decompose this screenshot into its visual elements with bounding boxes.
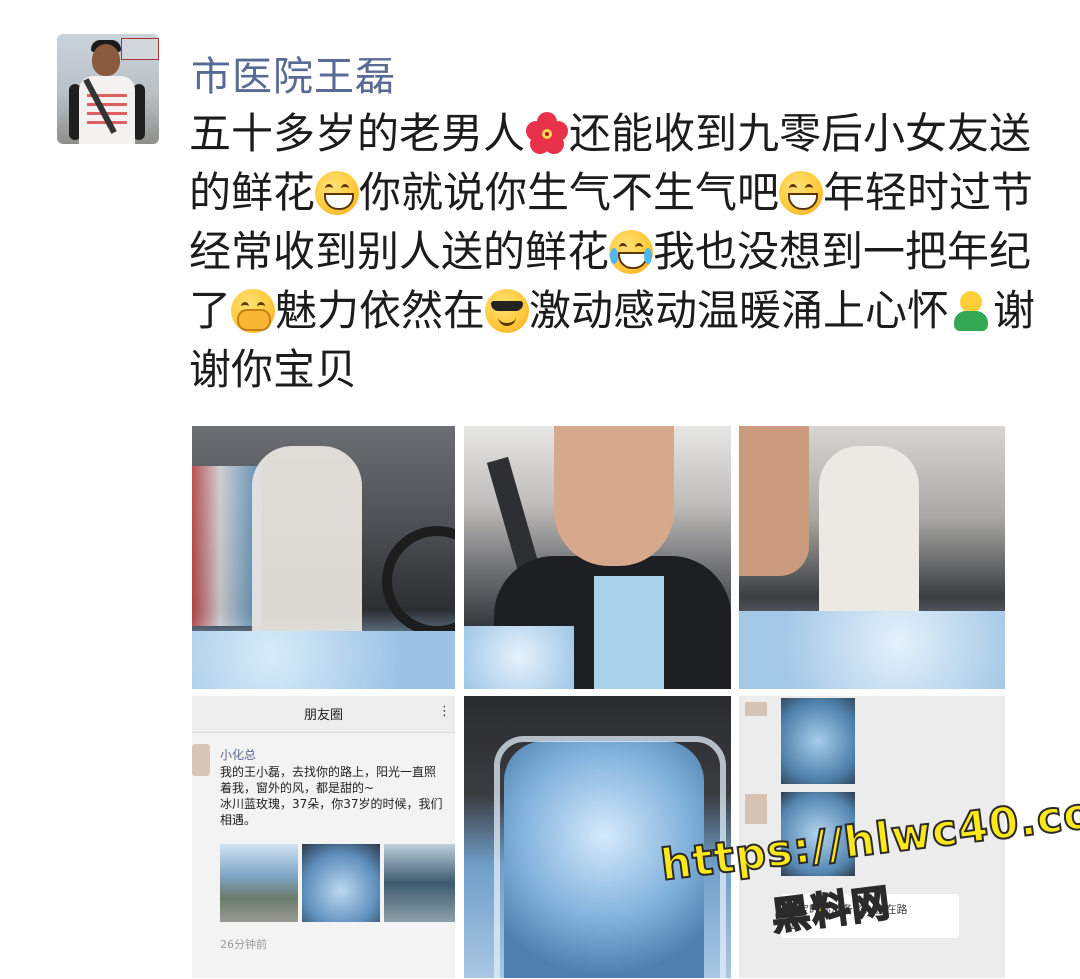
beaming-face-icon: [779, 171, 824, 215]
moments-thumb-bouquet: [302, 844, 380, 922]
post-text-segment: 魅力依然在: [275, 286, 486, 335]
photo-man-selfie[interactable]: [464, 426, 731, 689]
chat-avatar: [745, 794, 767, 824]
moments-post-text: 我的王小磊，去找你的路上，阳光一直照 着我，窗外的风，都是甜的~ 冰川蓝玫瑰，3…: [220, 765, 443, 827]
photo-moments-screenshot[interactable]: 朋友圈 ⋮ 小化总 我的王小磊，去找你的路上，阳光一直照 着我，窗外的风，都是甜…: [192, 696, 455, 978]
photo-couple-in-car[interactable]: [739, 426, 1005, 689]
woman-figure: [252, 446, 362, 646]
grinning-face-icon: [315, 171, 360, 215]
watermark-site-name: 黑料网: [768, 879, 894, 939]
blue-bouquet: [739, 611, 1005, 689]
author-avatar[interactable]: [57, 34, 159, 144]
post-text-segment: 激动感动温暖涌上心怀: [529, 286, 950, 335]
man-face: [554, 426, 674, 566]
man-figure: [739, 426, 809, 576]
author-name[interactable]: 市医院王磊: [191, 44, 396, 102]
chat-avatar: [745, 702, 767, 716]
moments-header: 朋友圈 ⋮: [192, 696, 455, 733]
post-text-segment: 你就说你生气不生气吧: [359, 168, 780, 217]
more-icon: ⋮: [438, 704, 451, 719]
moments-title: 朋友圈: [303, 708, 343, 723]
hibiscus-flower-icon: [525, 112, 569, 156]
blue-bouquet: [464, 626, 574, 689]
avatar-background-sign: [121, 38, 159, 60]
tears-of-joy-face-icon: [609, 230, 654, 274]
post-text: 五十多岁的老男人 还能收到九零后小女友送的鲜花 你就说你生气不生气吧 年轻时过节经常收…: [189, 104, 1039, 399]
blue-bouquet: [192, 631, 455, 689]
face-hand-covering-icon: [231, 289, 276, 333]
moments-user-name: 小化总: [220, 748, 257, 762]
post-text-segment: 五十多岁的老男人: [189, 109, 526, 158]
steering-wheel: [382, 526, 455, 636]
hugging-person-icon: [949, 289, 993, 333]
moments-avatar: [192, 744, 210, 776]
moments-thumb-road: [384, 844, 455, 922]
chat-photo-bouquet: [781, 698, 855, 784]
moments-thumb-street: [220, 844, 298, 922]
photo-woman-driving[interactable]: [192, 426, 455, 689]
blue-shirt: [594, 576, 664, 689]
woman-figure: [819, 446, 919, 636]
moments-timestamp: 26分钟前: [220, 938, 267, 951]
avatar-head: [92, 44, 120, 76]
sunglasses-face-icon: [485, 289, 530, 333]
